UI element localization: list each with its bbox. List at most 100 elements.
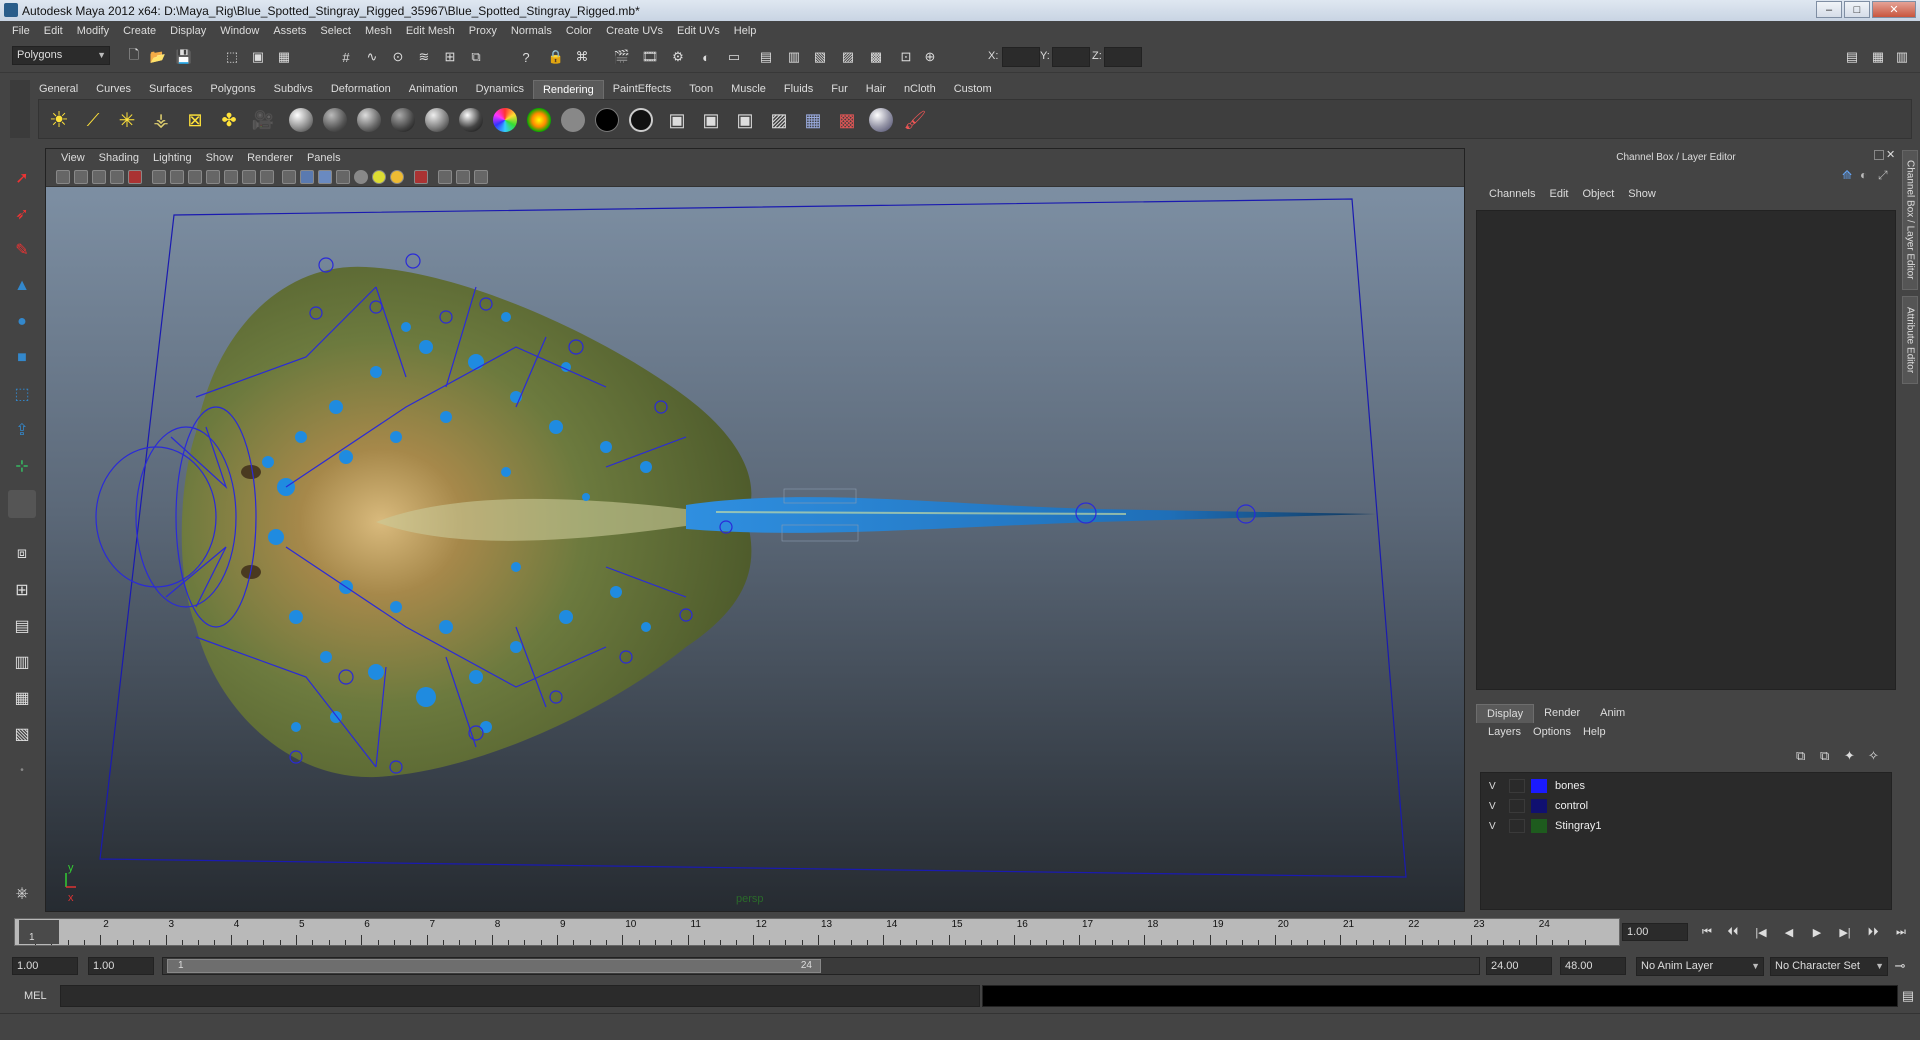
area-light-icon[interactable]: ⊠ — [181, 106, 209, 134]
scale-tool-icon[interactable]: ■ — [8, 344, 36, 372]
step-back-key-icon[interactable]: ⏴⏴ — [1724, 924, 1742, 940]
wireframe-on-shaded-icon[interactable] — [318, 170, 332, 184]
paint-select-tool-icon[interactable]: ✎ — [8, 236, 36, 264]
tab-display-layers[interactable]: Display — [1476, 704, 1535, 723]
select-tool-icon[interactable]: ➚ — [8, 164, 36, 192]
layer-row-bones[interactable]: V bones — [1481, 777, 1891, 795]
hud-icon[interactable] — [474, 170, 488, 184]
speed-icon[interactable]: ◐ — [1860, 168, 1867, 182]
new-scene-icon[interactable]: 🗋 — [124, 47, 144, 67]
layer-color-swatch[interactable] — [1531, 819, 1547, 833]
ramp-shader-icon[interactable] — [457, 106, 485, 134]
tab-fur[interactable]: Fur — [822, 80, 857, 99]
tab-general[interactable]: General — [30, 80, 87, 99]
image-plane-icon[interactable] — [110, 170, 124, 184]
lock-icon[interactable]: 🔒 — [546, 47, 566, 67]
tab-animation[interactable]: Animation — [400, 80, 467, 99]
persp-graph-layout-icon[interactable]: ▥ — [8, 648, 36, 676]
playback-start-field[interactable]: 1.00 — [88, 957, 154, 975]
snap-plane-icon[interactable]: ⊞ — [440, 47, 460, 67]
textured-icon[interactable] — [336, 170, 350, 184]
four-view-layout-icon[interactable]: ⊞ — [8, 576, 36, 604]
tab-curves[interactable]: Curves — [87, 80, 140, 99]
sidebar-toggle-icon[interactable]: ▧ — [810, 47, 830, 67]
snap-relative-icon[interactable]: ⊡ — [896, 47, 916, 67]
animation-end-field[interactable]: 48.00 — [1560, 957, 1626, 975]
paint-brush-icon[interactable]: 🖌 — [901, 106, 929, 134]
hypershade-shelf-icon[interactable]: ▦ — [799, 106, 827, 134]
persp-graph-hypergraph-layout-icon[interactable]: ▧ — [8, 720, 36, 748]
viewport-menu-renderer[interactable]: Renderer — [240, 152, 300, 164]
field-chart-icon[interactable] — [224, 170, 238, 184]
anisotropic-shader-icon[interactable] — [423, 106, 451, 134]
range-slider-track[interactable]: 1 24 — [162, 957, 1480, 975]
menu-create-uvs[interactable]: Create UVs — [599, 25, 670, 37]
surface-shader-icon[interactable] — [559, 106, 587, 134]
menu-help[interactable]: Help — [727, 25, 764, 37]
lasso-tool-icon[interactable]: ➶ — [8, 200, 36, 228]
layer-display-type-toggle[interactable] — [1509, 819, 1525, 833]
input-line-icon[interactable]: ▤ — [756, 47, 776, 67]
shading-map-icon[interactable] — [627, 106, 655, 134]
layer-visibility-toggle[interactable]: V — [1489, 821, 1505, 832]
cb-menu-channels[interactable]: Channels — [1482, 188, 1542, 200]
z-field[interactable] — [1104, 47, 1142, 67]
render-frame-icon[interactable]: 🎬 — [612, 47, 632, 67]
perspective-viewport[interactable]: View Shading Lighting Show Renderer Pane… — [45, 148, 1465, 912]
tab-fluids[interactable]: Fluids — [775, 80, 822, 99]
layer-visibility-toggle[interactable]: V — [1489, 801, 1505, 812]
hypershade-persp-layout-icon[interactable]: ▦ — [8, 684, 36, 712]
animation-start-field[interactable]: 1.00 — [12, 957, 78, 975]
xray-joints-icon[interactable] — [456, 170, 470, 184]
volume-light-icon[interactable]: ✤ — [215, 106, 243, 134]
layer-visibility-toggle[interactable]: V — [1489, 781, 1505, 792]
single-perspective-layout-icon[interactable]: ⧈ — [8, 540, 36, 568]
open-scene-icon[interactable]: 📂 — [148, 47, 168, 67]
viewport-menu-show[interactable]: Show — [199, 152, 241, 164]
hyper-icon[interactable]: ⤢ — [1878, 168, 1888, 183]
mel-label[interactable]: MEL — [24, 990, 47, 1002]
point-light-icon[interactable]: ✳ — [113, 106, 141, 134]
channel-box-toggle-icon[interactable]: ▤ — [1842, 47, 1862, 67]
shadows-icon[interactable] — [390, 170, 404, 184]
resolution-gate-icon[interactable] — [188, 170, 202, 184]
channel-box-area[interactable] — [1476, 210, 1896, 690]
select-hierarchy-icon[interactable]: ⬚ — [222, 47, 242, 67]
playback-end-field[interactable]: 24.00 — [1486, 957, 1552, 975]
move-layer-down-icon[interactable]: ⧉ — [1820, 748, 1829, 764]
layer-display-type-toggle[interactable] — [1509, 799, 1525, 813]
tab-anim-layers[interactable]: Anim — [1590, 704, 1635, 723]
smooth-shade-icon[interactable] — [300, 170, 314, 184]
x-field[interactable] — [1002, 47, 1040, 67]
use-background-shader-icon[interactable] — [593, 106, 621, 134]
history-icon[interactable]: ⌘ — [572, 47, 592, 67]
close-button[interactable]: ✕ — [1872, 1, 1916, 18]
gate-mask-icon[interactable] — [206, 170, 220, 184]
tab-deformation[interactable]: Deformation — [322, 80, 400, 99]
step-forward-frame-icon[interactable]: ▶| — [1836, 924, 1854, 940]
use-all-lights-icon[interactable] — [372, 170, 386, 184]
menu-edit[interactable]: Edit — [37, 25, 70, 37]
blinn-shader-icon[interactable] — [287, 106, 315, 134]
layer-row-control[interactable]: V control — [1481, 797, 1891, 815]
layer-row-stingray1[interactable]: V Stingray1 — [1481, 817, 1891, 835]
viewport-scene[interactable]: y x persp — [46, 187, 1464, 911]
spot-light-icon[interactable]: ⚶ — [147, 106, 175, 134]
film-gate-icon[interactable] — [170, 170, 184, 184]
menu-color[interactable]: Color — [559, 25, 599, 37]
tab-channel-box-layer-editor[interactable]: Channel Box / Layer Editor — [1902, 150, 1918, 290]
isolate-select-icon[interactable] — [414, 170, 428, 184]
empty-tool-slot[interactable] — [8, 490, 36, 518]
new-layer-selected-icon[interactable]: ✧ — [1868, 748, 1879, 764]
hypershade-icon[interactable]: ◐ — [696, 47, 716, 67]
rainbow-shader-icon[interactable] — [525, 106, 553, 134]
layer-display-type-toggle[interactable] — [1509, 779, 1525, 793]
snap-curve-icon[interactable]: ∿ — [362, 47, 382, 67]
snap-surface-icon[interactable]: ≋ — [414, 47, 434, 67]
layer-color-swatch[interactable] — [1531, 779, 1547, 793]
uv-icon[interactable]: ▨ — [838, 47, 858, 67]
layer-menu-layers[interactable]: Layers — [1482, 726, 1527, 738]
directional-light-icon[interactable]: ⟋ — [79, 106, 107, 134]
tab-custom[interactable]: Custom — [945, 80, 1001, 99]
tab-dynamics[interactable]: Dynamics — [467, 80, 533, 99]
